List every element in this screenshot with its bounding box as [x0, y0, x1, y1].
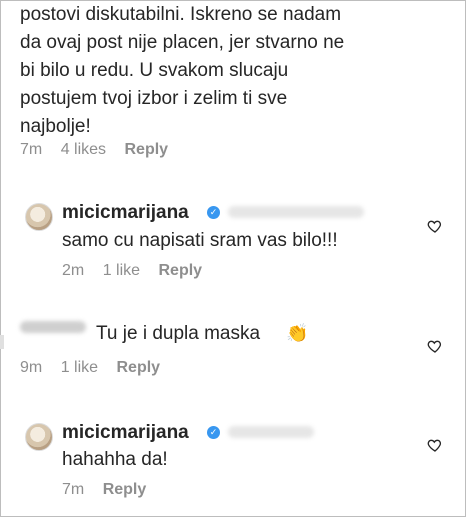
verified-badge-icon: ✓ [207, 426, 220, 439]
comment-text-line: da ovaj post nije placen, jer stvarno ne [20, 32, 345, 53]
clapping-hands-icon: 👏 [286, 323, 309, 343]
thread-indicator [0, 335, 4, 349]
comment-time: 9m [20, 359, 43, 376]
comment-time: 7m [62, 481, 85, 498]
comment-meta: 2m 1 like Reply [62, 262, 216, 280]
heart-icon[interactable] [427, 338, 443, 354]
comment-time: 7m [20, 141, 43, 158]
comment-meta: 7m 4 likes Reply [20, 141, 182, 159]
blurred-username [20, 321, 86, 333]
verified-badge-icon: ✓ [207, 206, 220, 219]
reply-button[interactable]: Reply [125, 141, 169, 158]
blurred-mention [228, 426, 314, 438]
comment-text-line: bi bilo u redu. U svakom slucaju [20, 60, 289, 81]
comment-text-line: postovi diskutabilni. Iskreno se nadam [20, 4, 342, 25]
comment-meta: 7m Reply [62, 481, 160, 499]
comment-text-line: najbolje! [20, 116, 91, 137]
comment-text: Tu je i dupla maska [96, 323, 261, 344]
avatar[interactable] [25, 203, 53, 231]
likes-count[interactable]: 1 like [103, 262, 140, 279]
comment-time: 2m [62, 262, 85, 279]
heart-icon[interactable] [427, 437, 443, 453]
reply-button[interactable]: Reply [159, 262, 203, 279]
blurred-mention [228, 206, 364, 218]
avatar[interactable] [25, 423, 53, 451]
comment-text: hahahha da! [62, 449, 168, 470]
reply-button[interactable]: Reply [117, 359, 161, 376]
comment-username[interactable]: micicmarijana [62, 420, 189, 445]
likes-count[interactable]: 1 like [61, 359, 98, 376]
comment-username[interactable]: micicmarijana [62, 200, 189, 225]
reply-button[interactable]: Reply [103, 481, 147, 498]
comment-text: samo cu napisati sram vas bilo!!! [62, 230, 338, 251]
likes-count[interactable]: 4 likes [61, 141, 106, 158]
comment-meta: 9m 1 like Reply [20, 359, 174, 377]
comment-text-line: postujem tvoj izbor i zelim ti sve [20, 88, 288, 109]
heart-icon[interactable] [427, 218, 443, 234]
